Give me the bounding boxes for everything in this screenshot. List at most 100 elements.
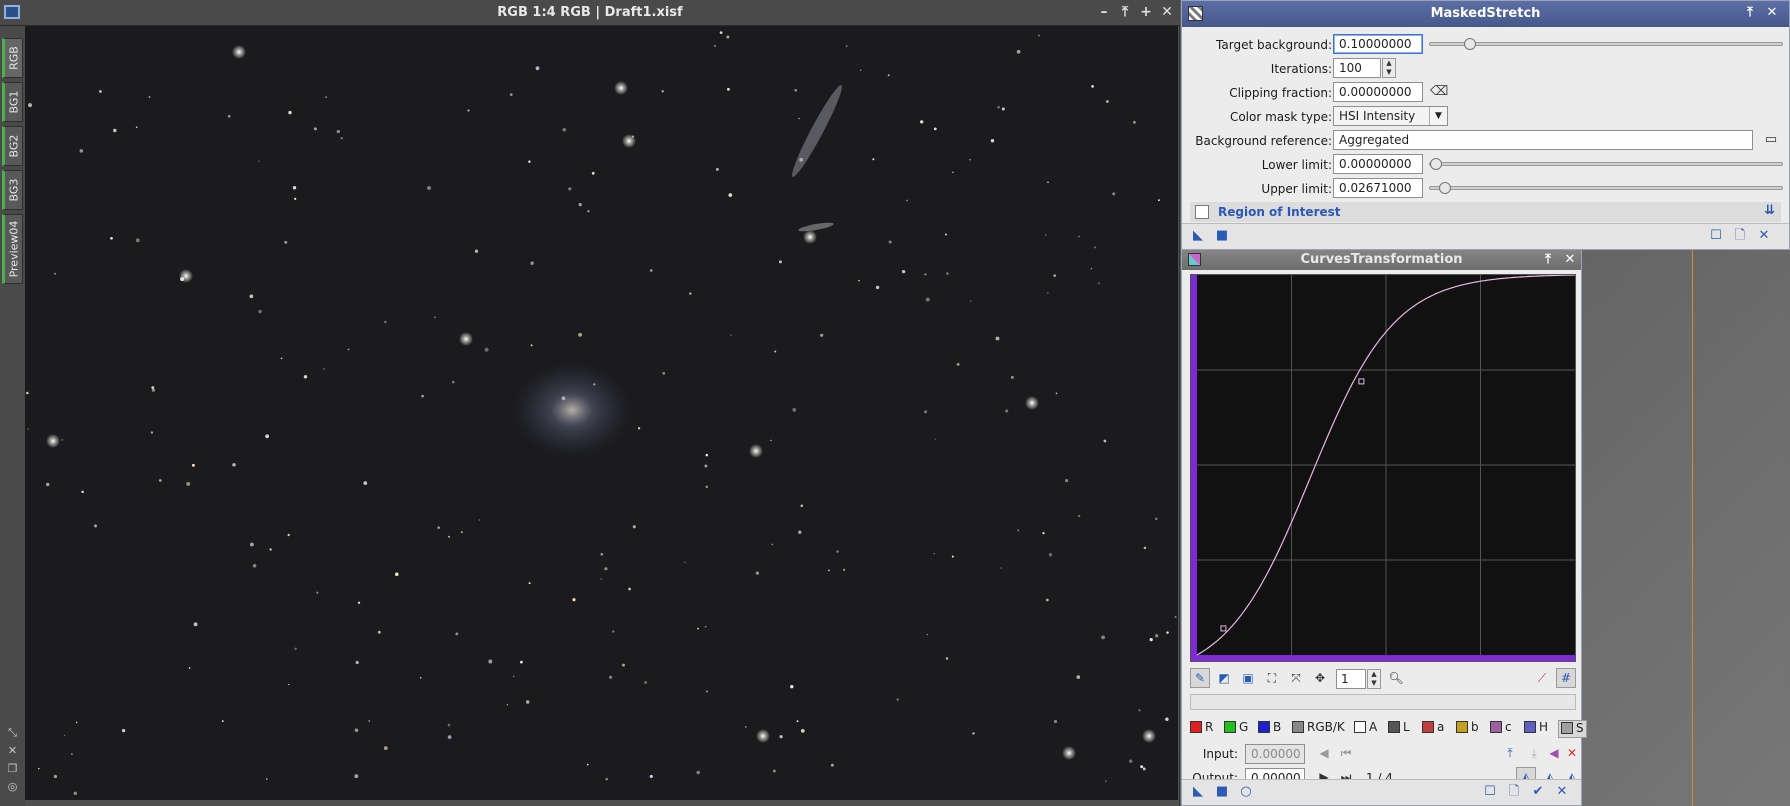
target-background-slider[interactable] <box>1429 38 1783 50</box>
roi-checkbox[interactable] <box>1195 205 1209 219</box>
channel-b[interactable]: B <box>1258 720 1281 738</box>
tab-preview04[interactable]: Preview04 <box>2 214 23 284</box>
close-button[interactable]: ✕ <box>1764 5 1780 21</box>
bright-star <box>179 269 193 283</box>
target-icon[interactable]: ◎ <box>6 780 19 793</box>
channel-c[interactable]: c <box>1490 720 1512 738</box>
tab-bg3[interactable]: BG3 <box>2 170 23 210</box>
astro-image[interactable] <box>25 26 1178 800</box>
star <box>770 439 772 442</box>
lower-limit-slider[interactable] <box>1429 158 1783 170</box>
curve-graph[interactable] <box>1190 274 1576 662</box>
star <box>820 333 824 337</box>
slider-knob[interactable] <box>1464 38 1476 50</box>
tab-rgb[interactable]: RGB <box>2 38 23 78</box>
color-mask-select[interactable]: HSI Intensity ▼ <box>1333 106 1448 126</box>
masked-stretch-titlebar[interactable]: MaskedStretch ⤒ ✕ <box>1182 1 1789 27</box>
slider-knob[interactable] <box>1439 182 1451 194</box>
tab-bg2[interactable]: BG2 <box>2 126 23 166</box>
star <box>1157 199 1160 202</box>
tab-bg1[interactable]: BG1 <box>2 82 23 122</box>
invert-icon[interactable]: ◀ <box>1544 743 1564 763</box>
iterations-input[interactable]: 100 <box>1333 58 1381 78</box>
zoom-input[interactable]: 1 <box>1336 669 1366 689</box>
channel-g[interactable]: G <box>1224 720 1248 738</box>
zoom-spinner[interactable]: ▲ ▼ <box>1367 669 1381 689</box>
curves-titlebar[interactable]: CurvesTransformation ⤒ ✕ <box>1182 250 1581 270</box>
store-icon[interactable]: ⤒ <box>1500 743 1520 763</box>
shade-button[interactable]: ⤒ <box>1742 5 1758 21</box>
star <box>323 368 325 370</box>
star <box>662 371 666 375</box>
apply-global-icon[interactable]: ■ <box>1214 228 1230 244</box>
curve-style-icon[interactable]: ⟋ <box>1532 668 1552 688</box>
zoom-in-icon[interactable]: ⤧ <box>1286 668 1306 688</box>
prev-point-icon[interactable]: ◀ <box>1314 743 1334 763</box>
star <box>1077 514 1081 518</box>
channel-swatch-icon <box>1388 721 1400 733</box>
shade-button[interactable]: ⤒ <box>1116 3 1134 21</box>
clipping-fraction-input[interactable]: 0.00000000 <box>1333 82 1423 102</box>
input-field[interactable]: 0.00000 <box>1245 744 1305 764</box>
upper-limit-input[interactable]: 0.02671000 <box>1333 178 1423 198</box>
region-of-interest-section[interactable]: Region of Interest ⇊ <box>1190 202 1781 222</box>
browse-doc-icon[interactable]: ☐ <box>1482 784 1498 800</box>
browse-doc-icon[interactable]: ☐ <box>1708 228 1724 244</box>
star <box>221 720 224 723</box>
spiral-galaxy <box>512 362 632 458</box>
channel-a[interactable]: a <box>1422 720 1444 738</box>
new-instance-icon[interactable]: ◣ <box>1190 784 1206 800</box>
slider-knob[interactable] <box>1430 158 1442 170</box>
view-list-icon[interactable]: ▭ <box>1763 132 1779 148</box>
channel-rgb-k[interactable]: RGB/K <box>1292 720 1345 738</box>
channel-swatch-icon <box>1258 721 1270 733</box>
reset-icon[interactable]: ✕ <box>1554 784 1570 800</box>
upper-limit-slider[interactable] <box>1429 182 1783 194</box>
search-icon[interactable]: 🔍︎ <box>1386 668 1406 688</box>
lower-limit-input[interactable]: 0.00000000 <box>1333 154 1423 174</box>
cross-icon[interactable]: ✕ <box>6 744 19 757</box>
close-button[interactable]: ✕ <box>1158 3 1176 21</box>
close-button[interactable]: ✕ <box>1562 252 1578 268</box>
target-background-input[interactable]: 0.10000000 <box>1333 34 1423 54</box>
channel-s[interactable]: S <box>1558 720 1587 738</box>
reset-curve-icon[interactable]: ✕ <box>1562 743 1582 763</box>
grid-icon[interactable]: # <box>1556 668 1576 688</box>
apply-global-icon[interactable]: ■ <box>1214 784 1230 800</box>
real-time-preview-icon[interactable]: ○ <box>1238 784 1254 800</box>
edit-instance-icon[interactable]: 🗋 <box>1732 228 1748 244</box>
background-reference-input[interactable]: Aggregated <box>1333 130 1753 150</box>
new-instance-icon[interactable]: ◣ <box>1190 228 1206 244</box>
star <box>933 127 937 131</box>
delete-point-icon[interactable]: ▣ <box>1238 668 1258 688</box>
channel-h[interactable]: H <box>1524 720 1548 738</box>
channel-l[interactable]: L <box>1388 720 1410 738</box>
channel-b[interactable]: b <box>1456 720 1479 738</box>
copy-icon[interactable]: ❐ <box>6 762 19 775</box>
image-window-titlebar[interactable]: RGB 1:4 RGB | Draft1.xisf – ⤒ + ✕ <box>0 0 1180 26</box>
channel-r[interactable]: R <box>1190 720 1213 738</box>
star <box>1105 780 1107 782</box>
reset-icon[interactable]: ✕ <box>1756 228 1772 244</box>
star <box>845 45 848 48</box>
select-point-icon[interactable]: ◩ <box>1214 668 1234 688</box>
maximize-button[interactable]: + <box>1137 3 1155 21</box>
restore-icon[interactable]: ⤓ <box>1524 743 1544 763</box>
first-point-icon[interactable]: ⏮ <box>1336 743 1356 763</box>
histogram-bar <box>1190 694 1576 710</box>
star <box>1005 409 1009 413</box>
shade-button[interactable]: ⤒ <box>1540 252 1556 268</box>
channel-swatch-icon <box>1190 721 1202 733</box>
pan-icon[interactable]: ✥ <box>1310 668 1330 688</box>
iterations-spinner[interactable]: ▲ ▼ <box>1382 58 1396 78</box>
resize-icon[interactable]: ⤡ <box>6 726 19 739</box>
expand-icon[interactable]: ⇊ <box>1764 203 1775 218</box>
channel-label: H <box>1539 720 1549 734</box>
minimize-button[interactable]: – <box>1095 3 1113 21</box>
edit-instance-icon[interactable]: 🗋 <box>1506 784 1522 800</box>
channel-a[interactable]: A <box>1354 720 1377 738</box>
zoom-fit-icon[interactable]: ⛶ <box>1262 668 1282 688</box>
apply-icon[interactable]: ✔ <box>1530 784 1546 800</box>
edit-point-icon[interactable]: ✎ <box>1190 668 1210 688</box>
clear-icon[interactable]: ⌫ <box>1430 84 1448 100</box>
